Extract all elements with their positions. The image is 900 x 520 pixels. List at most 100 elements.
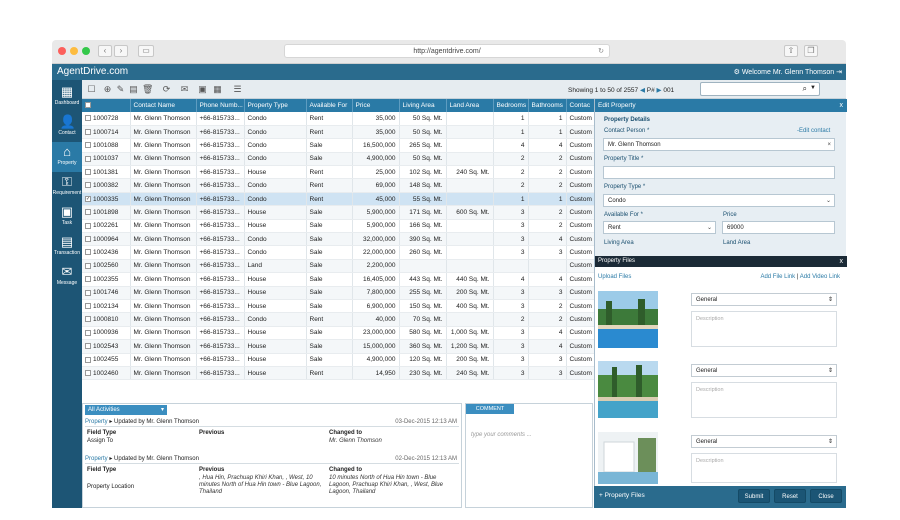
table-row[interactable]: 1000964 Mr. Glenn Thomson +66-815733... Con… — [82, 232, 594, 247]
row-checkbox[interactable] — [85, 276, 91, 283]
row-checkbox[interactable] — [85, 155, 91, 162]
column-header[interactable]: Phone Numb... — [196, 99, 245, 112]
minimize-window-icon[interactable] — [70, 47, 78, 55]
select-all-icon[interactable]: ☐ — [86, 84, 97, 95]
table-row[interactable]: 1002436 Mr. Glenn Thomson +66-815733... Con… — [82, 245, 594, 260]
price-field[interactable]: 69000 — [722, 221, 835, 234]
column-header[interactable]: Property Type — [244, 99, 307, 112]
property-title-field[interactable] — [603, 166, 835, 179]
row-checkbox[interactable] — [85, 356, 91, 363]
row-checkbox[interactable] — [85, 115, 91, 122]
row-checkbox[interactable] — [85, 343, 91, 350]
share-icon[interactable]: ⇧ — [784, 45, 798, 57]
table-row[interactable]: 1002261 Mr. Glenn Thomson +66-815733... Hou… — [82, 219, 594, 234]
row-checkbox[interactable] — [85, 222, 91, 229]
close-icon[interactable]: x — [840, 99, 844, 112]
next-page-icon[interactable]: ▶ — [657, 87, 662, 94]
sidebar-item-dashboard[interactable]: ▦ Dashboard — [52, 82, 82, 112]
search-icon[interactable]: ⌕ — [803, 84, 807, 94]
column-header[interactable]: Land Area — [446, 99, 494, 112]
logout-icon[interactable]: ⇥ — [836, 69, 842, 76]
add-icon[interactable]: ⊕ — [102, 84, 113, 95]
reset-button[interactable]: Reset — [774, 489, 806, 503]
file-category-select[interactable]: General ⇕ — [691, 364, 837, 377]
clear-icon[interactable]: × — [827, 139, 831, 151]
row-checkbox[interactable] — [85, 182, 91, 189]
row-checkbox[interactable] — [85, 289, 91, 296]
column-header[interactable]: Contact Name — [130, 99, 197, 112]
table-row[interactable]: 1001746 Mr. Glenn Thomson +66-815733... Hou… — [82, 286, 594, 300]
row-checkbox[interactable] — [85, 209, 91, 216]
tabs-icon[interactable]: ❐ — [804, 45, 818, 57]
select-all-checkbox[interactable] — [85, 102, 91, 109]
pdf-icon[interactable]: ▣ — [197, 84, 208, 95]
forward-icon[interactable]: › — [114, 45, 128, 57]
file-description-field[interactable]: Description — [691, 382, 837, 418]
table-row[interactable]: 1000728 Mr. Glenn Thomson +66-815733... Con… — [82, 112, 594, 126]
sidebar-item-message[interactable]: ✉ Message — [52, 262, 82, 292]
table-row[interactable]: 1000810 Mr. Glenn Thomson +66-815733... Con… — [82, 312, 594, 327]
close-icon[interactable]: x — [840, 256, 844, 267]
table-row[interactable]: 1002455 Mr. Glenn Thomson +66-815733... Hou… — [82, 353, 594, 367]
column-header[interactable]: Living Area — [399, 99, 447, 112]
reload-icon[interactable]: ↻ — [598, 45, 604, 58]
property-photo[interactable] — [598, 291, 658, 348]
property-photo[interactable] — [598, 361, 658, 418]
table-row[interactable]: 1001037 Mr. Glenn Thomson +66-815733... Con… — [82, 152, 594, 167]
contact-person-field[interactable]: Mr. Glenn Thomson × — [603, 138, 835, 151]
sidebar-item-contact[interactable]: 👤 Contact — [52, 112, 82, 142]
gear-icon[interactable]: ⚙ — [734, 69, 742, 76]
upload-files-link[interactable]: Upload Files — [598, 274, 631, 280]
activity-link[interactable]: Property — [85, 419, 108, 425]
activity-filter[interactable]: All Activities ▾ — [85, 405, 167, 415]
sidebar-item-transaction[interactable]: ▤ Transaction — [52, 232, 82, 262]
comment-tab[interactable]: COMMENT — [466, 404, 514, 414]
sidebar-toggle-icon[interactable]: ▭ — [138, 45, 154, 57]
file-category-select[interactable]: General ⇕ — [691, 435, 837, 448]
sidebar-item-property[interactable]: ⌂ Property — [52, 142, 82, 172]
table-row[interactable]: 1001381 Mr. Glenn Thomson +66-815733... Hou… — [82, 165, 594, 180]
column-header[interactable]: Bedrooms — [493, 99, 529, 112]
excel-icon[interactable]: ▦ — [212, 84, 223, 95]
close-button[interactable]: Close — [810, 489, 842, 503]
row-checkbox[interactable] — [85, 235, 91, 242]
row-checkbox[interactable] — [85, 316, 91, 323]
table-row[interactable]: 1002355 Mr. Glenn Thomson +66-815733... Hou… — [82, 272, 594, 287]
table-row[interactable]: 1000936 Mr. Glenn Thomson +66-815733... Hou… — [82, 326, 594, 341]
edit-contact-link[interactable]: -Edit contact — [797, 128, 830, 134]
row-checkbox[interactable] — [85, 369, 91, 376]
file-category-select[interactable]: General ⇕ — [691, 293, 837, 306]
row-checkbox[interactable] — [85, 249, 91, 256]
back-icon[interactable]: ‹ — [98, 45, 112, 57]
sidebar-item-requirement[interactable]: ⚿ Requirement — [52, 172, 82, 202]
activity-link[interactable]: Property — [85, 456, 108, 462]
add-property-files-link[interactable]: + Property Files — [599, 492, 645, 499]
close-window-icon[interactable] — [58, 47, 66, 55]
prev-page-icon[interactable]: ◀ — [640, 87, 645, 94]
column-header[interactable] — [82, 99, 131, 112]
table-row[interactable]: 1002560 Mr. Glenn Thomson +66-815733... Lan… — [82, 259, 594, 274]
file-description-field[interactable]: Description — [691, 311, 837, 347]
available-for-select[interactable]: Rent ⌄ — [603, 221, 716, 234]
welcome-user[interactable]: ⚙ Welcome Mr. Glenn Thomson ⇥ — [734, 68, 842, 76]
chevron-down-icon[interactable]: ▼ — [810, 85, 816, 91]
column-header[interactable]: Contac — [566, 99, 594, 112]
refresh-icon[interactable]: ⟳ — [161, 84, 172, 95]
row-checkbox[interactable] — [85, 262, 91, 269]
property-photo[interactable] — [598, 432, 658, 484]
table-row[interactable]: 1001088 Mr. Glenn Thomson +66-815733... Con… — [82, 138, 594, 153]
row-checkbox[interactable] — [85, 169, 91, 176]
table-row[interactable]: 1002134 Mr. Glenn Thomson +66-815733... Hou… — [82, 299, 594, 314]
column-header[interactable]: Bathrooms — [528, 99, 567, 112]
table-row[interactable]: 1002543 Mr. Glenn Thomson +66-815733... Hou… — [82, 339, 594, 354]
table-row[interactable]: 1001898 Mr. Glenn Thomson +66-815733... Hou… — [82, 205, 594, 220]
row-checkbox[interactable] — [85, 302, 91, 309]
note-icon[interactable]: ▤ — [128, 84, 139, 95]
table-row[interactable]: 1000714 Mr. Glenn Thomson +66-815733... Con… — [82, 125, 594, 140]
table-row[interactable]: ✓ 1000335 Mr. Glenn Thomson +66-815733... Co… — [82, 192, 594, 207]
row-checkbox[interactable] — [85, 142, 91, 149]
zoom-window-icon[interactable] — [82, 47, 90, 55]
address-bar[interactable]: http://agentdrive.com/ ↻ — [284, 44, 610, 58]
comment-input[interactable]: type your comments ... — [466, 414, 592, 507]
email-icon[interactable]: ✉ — [179, 84, 190, 95]
